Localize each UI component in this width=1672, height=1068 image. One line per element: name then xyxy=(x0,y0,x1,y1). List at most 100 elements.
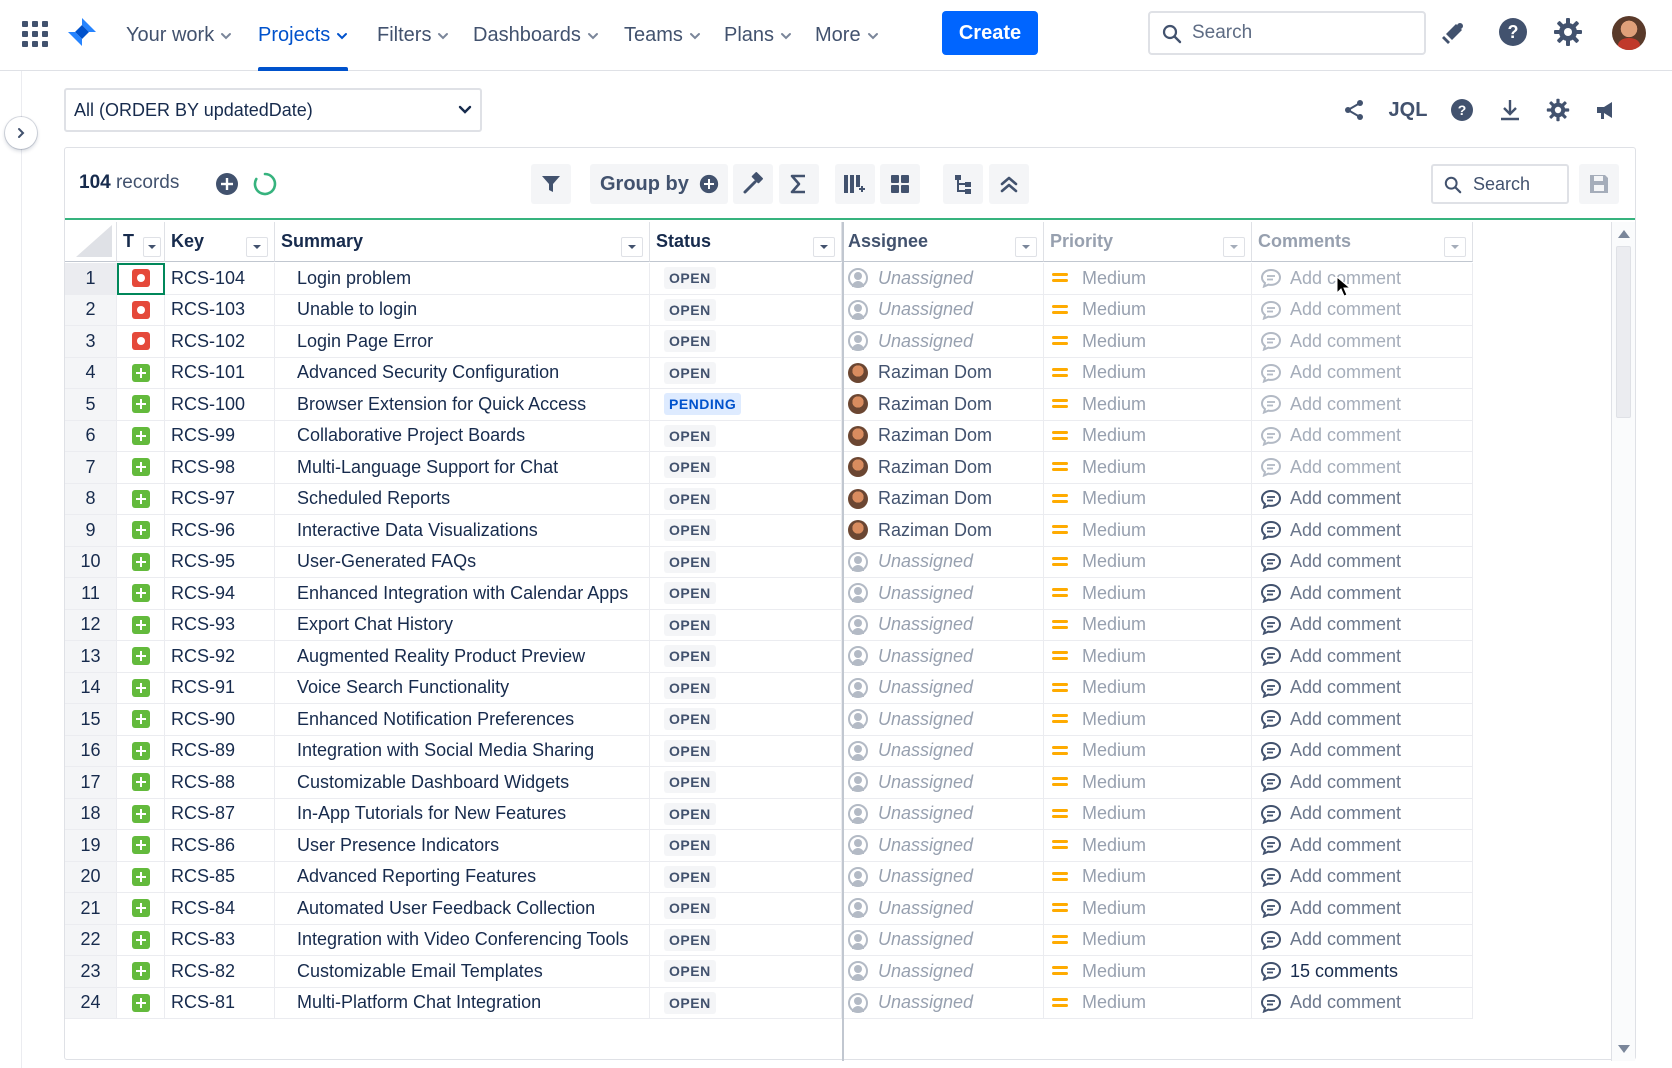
comments-cell[interactable]: Add comment xyxy=(1252,704,1473,736)
issue-key[interactable]: RCS-103 xyxy=(165,294,275,326)
comments-cell[interactable]: Add comment xyxy=(1252,987,1473,1019)
row-number[interactable]: 20 xyxy=(65,861,117,893)
priority-cell[interactable]: Medium xyxy=(1044,326,1252,358)
status-cell[interactable]: OPEN xyxy=(650,735,842,767)
status-cell[interactable]: OPEN xyxy=(650,420,842,452)
assignee-cell[interactable]: Unassigned xyxy=(842,546,1044,578)
issue-summary[interactable]: Customizable Email Templates xyxy=(275,956,650,988)
issue-summary[interactable]: Export Chat History xyxy=(275,609,650,641)
assignee-cell[interactable]: Unassigned xyxy=(842,798,1044,830)
comments-cell[interactable]: Add comment xyxy=(1252,735,1473,767)
issue-key[interactable]: RCS-97 xyxy=(165,483,275,515)
jira-logo-icon[interactable] xyxy=(66,16,98,48)
issue-key[interactable]: RCS-101 xyxy=(165,357,275,389)
issue-key[interactable]: RCS-92 xyxy=(165,641,275,673)
help-circle-icon[interactable]: ? xyxy=(1446,94,1478,126)
table-row[interactable]: 7 RCS-98 Multi-Language Support for Chat OP… xyxy=(65,452,1473,484)
column-menu-chevron-icon[interactable] xyxy=(1444,237,1466,257)
nav-item-teams[interactable]: Teams xyxy=(624,0,701,71)
issue-key[interactable]: RCS-89 xyxy=(165,735,275,767)
issue-summary[interactable]: User-Generated FAQs xyxy=(275,546,650,578)
issue-summary[interactable]: Login Page Error xyxy=(275,326,650,358)
nav-item-more[interactable]: More xyxy=(815,0,879,71)
status-cell[interactable]: OPEN xyxy=(650,956,842,988)
vertical-scrollbar[interactable] xyxy=(1611,222,1635,1061)
row-number[interactable]: 15 xyxy=(65,704,117,736)
table-row[interactable]: 23 RCS-82 Customizable Email Templates OPEN… xyxy=(65,956,1473,988)
issue-key[interactable]: RCS-86 xyxy=(165,830,275,862)
issue-summary[interactable]: Unable to login xyxy=(275,294,650,326)
download-icon[interactable] xyxy=(1494,94,1526,126)
row-number[interactable]: 24 xyxy=(65,987,117,1019)
priority-cell[interactable]: Medium xyxy=(1044,641,1252,673)
issue-key[interactable]: RCS-90 xyxy=(165,704,275,736)
priority-cell[interactable]: Medium xyxy=(1044,483,1252,515)
table-row[interactable]: 16 RCS-89 Integration with Social Media Sh… xyxy=(65,735,1473,767)
priority-cell[interactable]: Medium xyxy=(1044,704,1252,736)
issue-summary[interactable]: Enhanced Notification Preferences xyxy=(275,704,650,736)
app-switcher-icon[interactable] xyxy=(22,21,48,47)
issue-key[interactable]: RCS-84 xyxy=(165,893,275,925)
issue-type-cell[interactable] xyxy=(117,893,165,925)
comments-cell[interactable]: Add comment xyxy=(1252,609,1473,641)
row-number[interactable]: 21 xyxy=(65,893,117,925)
row-number[interactable]: 6 xyxy=(65,420,117,452)
nav-item-filters[interactable]: Filters xyxy=(377,0,449,71)
assignee-cell[interactable]: Unassigned xyxy=(842,263,1044,295)
column-header-key[interactable]: Key xyxy=(165,222,275,262)
issue-key[interactable]: RCS-85 xyxy=(165,861,275,893)
issue-key[interactable]: RCS-83 xyxy=(165,924,275,956)
priority-cell[interactable]: Medium xyxy=(1044,924,1252,956)
issue-key[interactable]: RCS-99 xyxy=(165,420,275,452)
table-row[interactable]: 9 RCS-96 Interactive Data Visualizations OP… xyxy=(65,515,1473,547)
issue-key[interactable]: RCS-96 xyxy=(165,515,275,547)
table-row[interactable]: 13 RCS-92 Augmented Reality Product Previe… xyxy=(65,641,1473,673)
row-number[interactable]: 23 xyxy=(65,956,117,988)
column-layout-icon[interactable] xyxy=(835,164,875,204)
column-menu-chevron-icon[interactable] xyxy=(1223,237,1245,257)
issue-key[interactable]: RCS-81 xyxy=(165,987,275,1019)
status-cell[interactable]: OPEN xyxy=(650,357,842,389)
assignee-cell[interactable]: Raziman Dom xyxy=(842,483,1044,515)
add-record-icon[interactable] xyxy=(209,164,245,204)
status-cell[interactable]: OPEN xyxy=(650,798,842,830)
status-cell[interactable]: OPEN xyxy=(650,515,842,547)
status-cell[interactable]: OPEN xyxy=(650,483,842,515)
priority-cell[interactable]: Medium xyxy=(1044,294,1252,326)
scrollbar-thumb[interactable] xyxy=(1616,246,1631,418)
issue-key[interactable]: RCS-102 xyxy=(165,326,275,358)
status-cell[interactable]: OPEN xyxy=(650,326,842,358)
column-header-type[interactable]: T xyxy=(117,222,165,262)
comments-cell[interactable]: Add comment xyxy=(1252,578,1473,610)
comments-cell[interactable]: Add comment xyxy=(1252,515,1473,547)
issue-key[interactable]: RCS-88 xyxy=(165,767,275,799)
row-number[interactable]: 18 xyxy=(65,798,117,830)
issue-key[interactable]: RCS-100 xyxy=(165,389,275,421)
issue-key[interactable]: RCS-91 xyxy=(165,672,275,704)
scroll-down-arrow-icon[interactable] xyxy=(1618,1045,1630,1053)
assignee-cell[interactable]: Unassigned xyxy=(842,326,1044,358)
status-cell[interactable]: PENDING xyxy=(650,389,842,421)
issue-type-cell[interactable] xyxy=(117,987,165,1019)
nav-item-dashboards[interactable]: Dashboards xyxy=(473,0,599,71)
row-number[interactable]: 1 xyxy=(65,263,117,295)
issue-type-cell[interactable] xyxy=(117,357,165,389)
comments-cell[interactable]: Add comment xyxy=(1252,861,1473,893)
comments-cell[interactable]: Add comment xyxy=(1252,326,1473,358)
status-cell[interactable]: OPEN xyxy=(650,767,842,799)
priority-cell[interactable]: Medium xyxy=(1044,452,1252,484)
table-row[interactable]: 6 RCS-99 Collaborative Project Boards OPEN R… xyxy=(65,420,1473,452)
issue-summary[interactable]: Advanced Reporting Features xyxy=(275,861,650,893)
table-row[interactable]: 2 RCS-103 Unable to login OPEN Unassigned Med… xyxy=(65,294,1473,326)
column-menu-chevron-icon[interactable] xyxy=(246,237,268,257)
issue-key[interactable]: RCS-95 xyxy=(165,546,275,578)
table-row[interactable]: 11 RCS-94 Enhanced Integration with Calend… xyxy=(65,578,1473,610)
priority-cell[interactable]: Medium xyxy=(1044,609,1252,641)
settings-gear-icon[interactable] xyxy=(1552,16,1584,48)
priority-cell[interactable]: Medium xyxy=(1044,672,1252,704)
bulk-edit-hammer-icon[interactable] xyxy=(733,164,773,204)
column-header-status[interactable]: Status xyxy=(650,222,842,262)
status-cell[interactable]: OPEN xyxy=(650,452,842,484)
table-row[interactable]: 17 RCS-88 Customizable Dashboard Widgets OP… xyxy=(65,767,1473,799)
help-icon[interactable]: ? xyxy=(1497,16,1529,48)
